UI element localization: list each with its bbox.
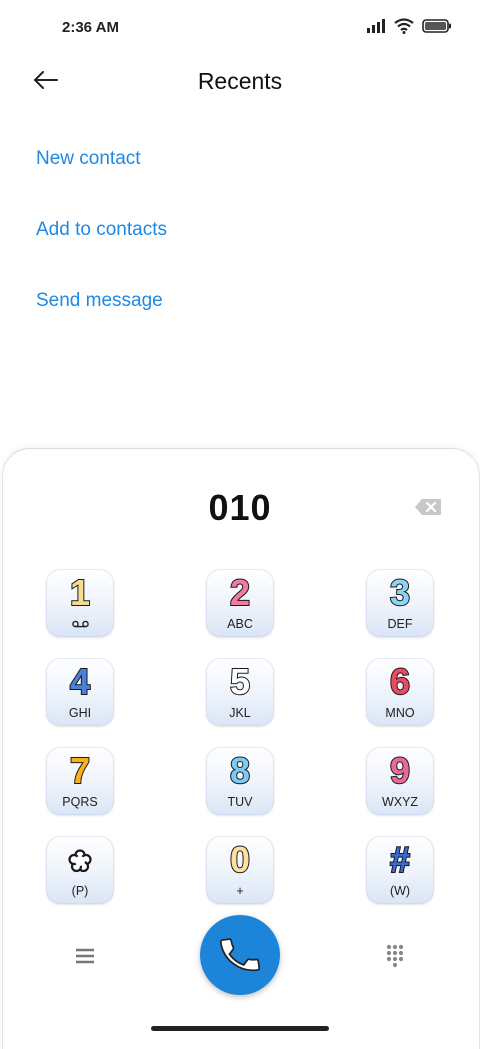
wifi-icon: [394, 18, 414, 34]
key-digit: 8: [229, 749, 251, 792]
status-time: 2:36 AM: [62, 19, 119, 36]
key-8[interactable]: 8 TUV: [206, 747, 274, 815]
key-letters: ABC: [227, 617, 253, 631]
key-9[interactable]: 9 WXYZ: [366, 747, 434, 815]
key-digit: 2: [229, 571, 251, 614]
key-digit: 1: [69, 571, 91, 614]
key-digit: 9: [389, 749, 411, 792]
home-indicator[interactable]: [151, 1026, 329, 1031]
key-digit: 7: [69, 749, 91, 792]
key-5[interactable]: 5 JKL: [206, 658, 274, 726]
call-button[interactable]: [200, 915, 280, 995]
menu-icon[interactable]: [70, 941, 100, 971]
key-letters: MNO: [385, 706, 415, 720]
key-digit: 0: [229, 838, 251, 881]
key-digit: 5: [229, 660, 251, 703]
key-letters: DEF: [387, 617, 413, 631]
new-contact-link[interactable]: New contact: [36, 148, 141, 170]
key-hash[interactable]: # (W): [366, 836, 434, 904]
key-letters: (P): [71, 884, 89, 898]
key-digit: 6: [389, 660, 411, 703]
key-6[interactable]: 6 MNO: [366, 658, 434, 726]
key-letters: TUV: [227, 795, 253, 809]
voicemail-icon: [72, 620, 89, 628]
flower-star-icon: [68, 849, 92, 873]
key-letters: +: [236, 884, 244, 898]
dialpad-icon[interactable]: [381, 942, 409, 970]
backspace-icon[interactable]: [414, 498, 442, 516]
dialed-number: 010: [208, 487, 272, 528]
signal-icon: [367, 19, 385, 33]
key-letters: GHI: [68, 706, 92, 720]
key-3[interactable]: 3 DEF: [366, 569, 434, 637]
add-to-contacts-link[interactable]: Add to contacts: [36, 219, 167, 241]
header: Recents: [0, 56, 480, 106]
key-0[interactable]: 0 +: [206, 836, 274, 904]
phone-icon: [219, 938, 261, 972]
key-7[interactable]: 7 PQRS: [46, 747, 114, 815]
key-letters: PQRS: [62, 795, 98, 809]
key-letters: JKL: [229, 706, 251, 720]
battery-icon: [422, 19, 451, 33]
page-title: Recents: [197, 68, 283, 94]
key-letters: WXYZ: [381, 795, 419, 809]
status-bar: 2:36 AM: [0, 0, 480, 56]
key-1[interactable]: 1: [46, 569, 114, 637]
key-4[interactable]: 4 GHI: [46, 658, 114, 726]
key-digit: #: [389, 838, 411, 881]
dialer-bottom-row: [0, 915, 480, 995]
key-letters: (W): [389, 884, 411, 898]
send-message-link[interactable]: Send message: [36, 290, 163, 312]
key-digit: 3: [389, 571, 411, 614]
status-icons: [366, 18, 452, 34]
key-star[interactable]: (P): [46, 836, 114, 904]
key-2[interactable]: 2 ABC: [206, 569, 274, 637]
key-digit: 4: [69, 660, 91, 703]
